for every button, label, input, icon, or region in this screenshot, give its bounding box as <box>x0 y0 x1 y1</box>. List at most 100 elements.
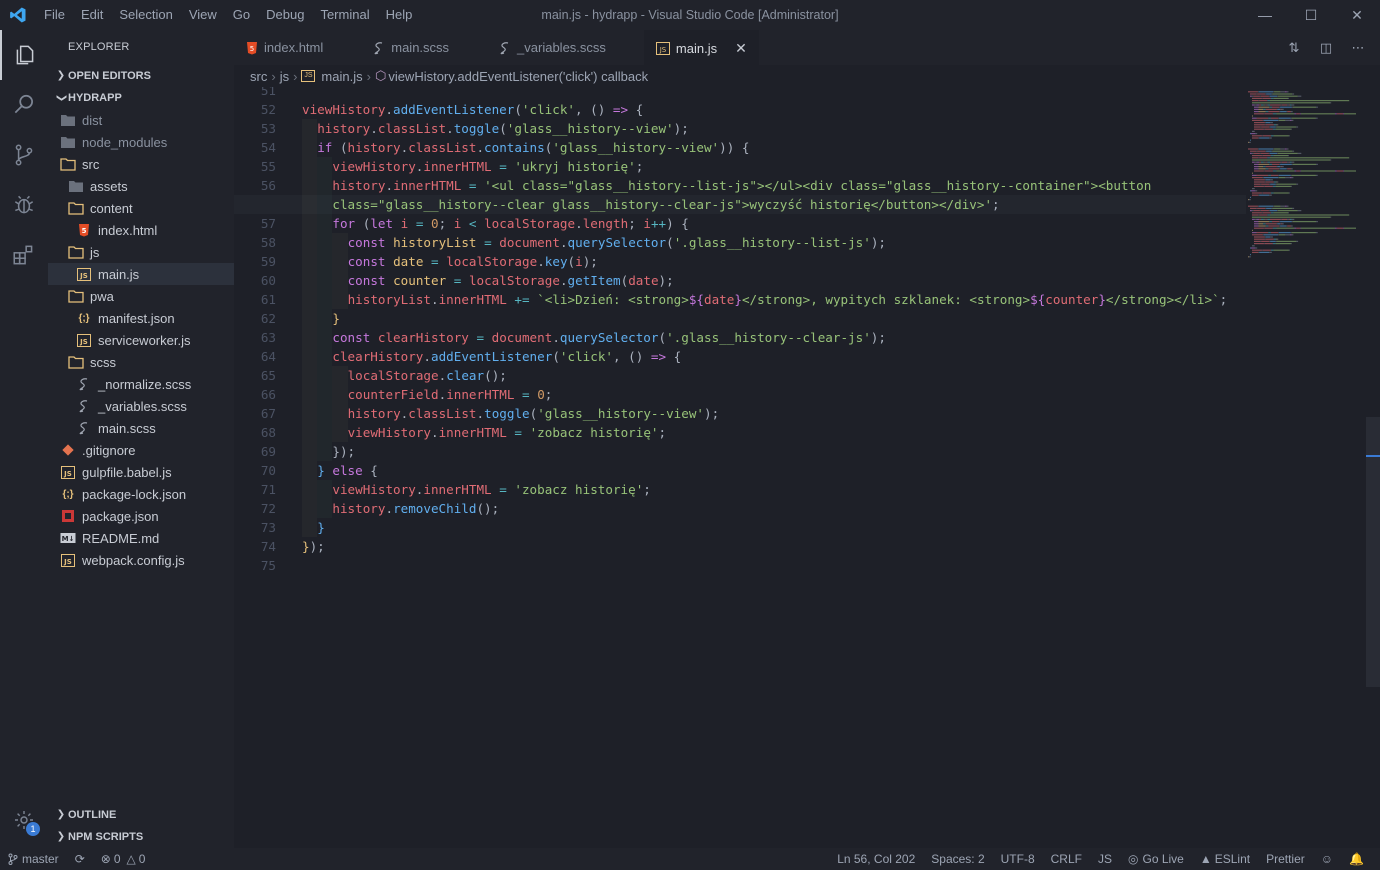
problems-status[interactable]: ⊗ 0 △ 0 <box>93 852 154 866</box>
tree-item[interactable]: _variables.scss <box>48 395 234 417</box>
code-line[interactable]: 52 viewHistory.addEventListener('click', … <box>234 100 1246 119</box>
menu-file[interactable]: File <box>36 0 73 30</box>
code-line[interactable]: 58 const historyList = document.querySele… <box>234 233 1246 252</box>
minimap[interactable] <box>1246 87 1366 287</box>
menu-debug[interactable]: Debug <box>258 0 312 30</box>
tree-item[interactable]: {;} package-lock.json <box>48 483 234 505</box>
open-editors-section[interactable]: ❯ OPEN EDITORS <box>48 65 234 87</box>
code-line[interactable]: 68 viewHistory.innerHTML = 'zobacz histor… <box>234 423 1246 442</box>
menu-help[interactable]: Help <box>378 0 421 30</box>
code-line[interactable]: 60 const counter = localStorage.getItem(d… <box>234 271 1246 290</box>
menu-view[interactable]: View <box>181 0 225 30</box>
tree-item[interactable]: JS gulpfile.babel.js <box>48 461 234 483</box>
minimap-mark <box>1252 117 1257 119</box>
menu-edit[interactable]: Edit <box>73 0 111 30</box>
code-line[interactable]: 64 clearHistory.addEventListener('click',… <box>234 347 1246 366</box>
sync-icon[interactable]: ⟳ <box>67 852 93 866</box>
code-editor[interactable]: 51 52 viewHistory.addEventListener('click'… <box>234 87 1380 848</box>
breadcrumb-src[interactable]: src <box>250 69 267 84</box>
code-line[interactable]: 56 history.innerHTML = '<ul class="glass_… <box>234 176 1246 195</box>
tree-item[interactable]: 5 index.html <box>48 219 234 241</box>
code-line[interactable]: 51 <box>234 87 1246 100</box>
minimize-button[interactable]: — <box>1242 0 1288 30</box>
code-line[interactable]: 66 counterField.innerHTML = 0; <box>234 385 1246 404</box>
code-line[interactable]: class="glass__history--clear glass__hist… <box>234 195 1246 214</box>
tab-main-js[interactable]: JS main.js ✕ <box>643 30 759 65</box>
vertical-scrollbar[interactable] <box>1366 417 1380 687</box>
tree-item[interactable]: JS main.js <box>48 263 234 285</box>
code-line[interactable]: 62} <box>234 309 1246 328</box>
tree-item[interactable]: package.json <box>48 505 234 527</box>
tree-item[interactable]: {;} manifest.json <box>48 307 234 329</box>
compare-changes-icon[interactable]: ⇅ <box>1278 40 1310 56</box>
tree-item[interactable]: JS webpack.config.js <box>48 549 234 571</box>
tree-item[interactable]: M↓ README.md <box>48 527 234 549</box>
code-token: . <box>476 406 485 421</box>
menu-selection[interactable]: Selection <box>111 0 180 30</box>
more-actions-icon[interactable]: ⋯ <box>1342 40 1374 56</box>
tree-item[interactable]: .gitignore <box>48 439 234 461</box>
tree-item[interactable]: JS serviceworker.js <box>48 329 234 351</box>
code-line[interactable]: 67 history.classList.toggle('glass__histo… <box>234 404 1246 423</box>
menu-terminal[interactable]: Terminal <box>312 0 377 30</box>
outline-section[interactable]: ❯ OUTLINE <box>48 804 234 826</box>
breadcrumb-file[interactable]: main.js <box>321 69 362 84</box>
encoding[interactable]: UTF-8 <box>993 852 1043 866</box>
code-line[interactable]: 65 localStorage.clear(); <box>234 366 1246 385</box>
tree-item[interactable]: dist <box>48 109 234 131</box>
indentation[interactable]: Spaces: 2 <box>923 852 992 866</box>
code-line[interactable]: 69}); <box>234 442 1246 461</box>
line-ending[interactable]: CRLF <box>1043 852 1090 866</box>
eslint-status[interactable]: ▲ ESLint <box>1192 852 1258 866</box>
tree-item[interactable]: js <box>48 241 234 263</box>
code-line[interactable]: 61 historyList.innerHTML += `<li>Dzień: <… <box>234 290 1246 309</box>
tab--variables-scss[interactable]: _variables.scss <box>487 30 644 65</box>
breadcrumb-js[interactable]: js <box>280 69 289 84</box>
source-control-icon[interactable] <box>0 130 48 180</box>
code-line[interactable]: 59 const date = localStorage.key(i); <box>234 252 1246 271</box>
tree-item[interactable]: _normalize.scss <box>48 373 234 395</box>
explorer-icon[interactable] <box>0 30 48 80</box>
minimap-mark <box>1254 181 1265 183</box>
tree-item[interactable]: node_modules <box>48 131 234 153</box>
search-icon[interactable] <box>0 80 48 130</box>
tree-item[interactable]: scss <box>48 351 234 373</box>
debug-icon[interactable] <box>0 180 48 230</box>
close-window-button[interactable]: ✕ <box>1334 0 1380 30</box>
tree-item[interactable]: main.scss <box>48 417 234 439</box>
extensions-icon[interactable] <box>0 230 48 280</box>
code-line[interactable]: 74}); <box>234 537 1246 556</box>
code-line[interactable]: 72 history.removeChild(); <box>234 499 1246 518</box>
go-live-button[interactable]: ◎ Go Live <box>1120 852 1192 866</box>
prettier-status[interactable]: Prettier <box>1258 852 1313 866</box>
tree-item[interactable]: assets <box>48 175 234 197</box>
tree-item[interactable]: content <box>48 197 234 219</box>
code-line[interactable]: 70} else { <box>234 461 1246 480</box>
code-line[interactable]: 57 for (let i = 0; i < localStorage.lengt… <box>234 214 1246 233</box>
close-tab-icon[interactable]: ✕ <box>735 40 747 57</box>
menu-go[interactable]: Go <box>225 0 258 30</box>
code-line[interactable]: 54 if (history.classList.contains('glass_… <box>234 138 1246 157</box>
split-editor-icon[interactable]: ◫ <box>1310 40 1342 56</box>
code-line[interactable]: 63 const clearHistory = document.querySel… <box>234 328 1246 347</box>
tab-main-scss[interactable]: main.scss <box>361 30 488 65</box>
code-line[interactable]: 75 <box>234 556 1246 575</box>
branch-status[interactable]: master <box>0 852 67 866</box>
cursor-position[interactable]: Ln 56, Col 202 <box>829 852 923 866</box>
breadcrumb-symbol[interactable]: viewHistory.addEventListener('click') ca… <box>388 69 648 84</box>
feedback-smiley-icon[interactable]: ☺ <box>1313 852 1341 866</box>
tree-item[interactable]: pwa <box>48 285 234 307</box>
tab-index-html[interactable]: 5 index.html <box>234 30 362 65</box>
language-mode[interactable]: JS <box>1090 852 1120 866</box>
code-line[interactable]: 71 viewHistory.innerHTML = 'zobacz histor… <box>234 480 1246 499</box>
maximize-button[interactable]: ☐ <box>1288 0 1334 30</box>
code-line[interactable]: 73} <box>234 518 1246 537</box>
notifications-bell-icon[interactable]: 🔔 <box>1341 852 1372 866</box>
code-token: viewHistory <box>332 159 416 174</box>
code-line[interactable]: 55 viewHistory.innerHTML = 'ukryj histori… <box>234 157 1246 176</box>
project-section[interactable]: ❯ HYDRAPP <box>48 87 234 109</box>
code-line[interactable]: 53 history.classList.toggle('glass__histo… <box>234 119 1246 138</box>
npm-scripts-section[interactable]: ❯ NPM SCRIPTS <box>48 826 234 848</box>
tree-item[interactable]: src <box>48 153 234 175</box>
manage-gear-icon[interactable]: 1 <box>0 800 48 840</box>
